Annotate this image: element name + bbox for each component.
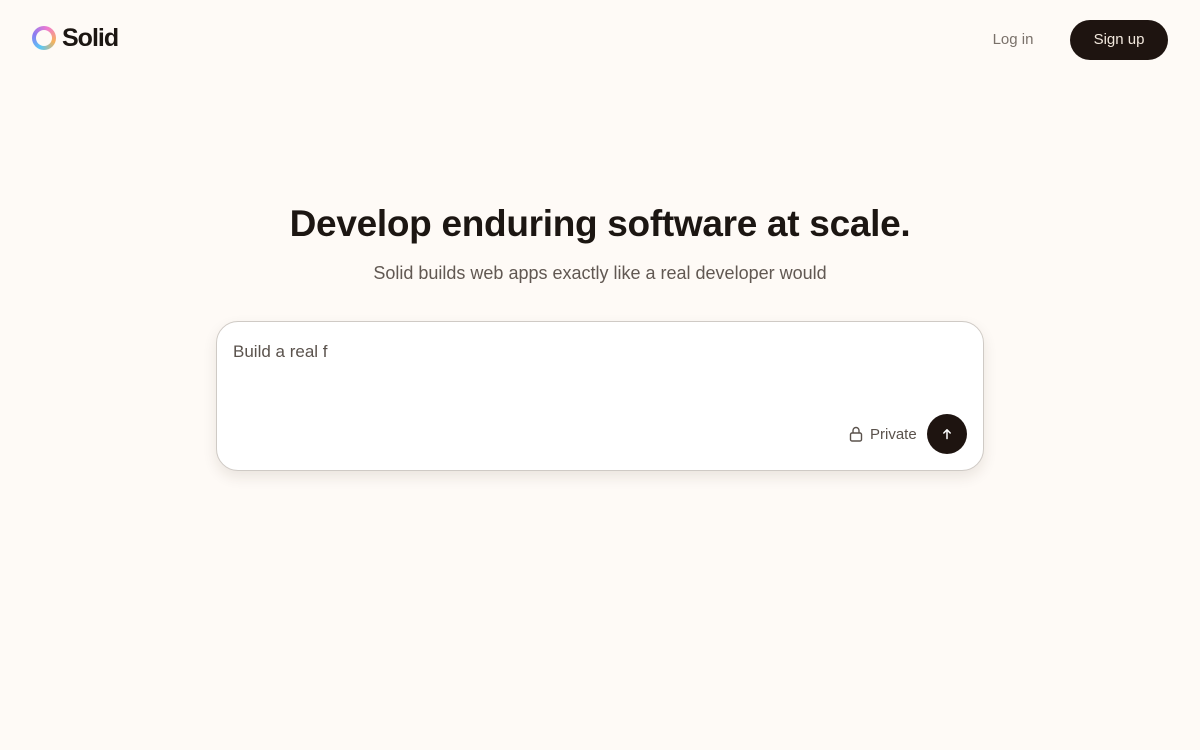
lock-icon: [849, 426, 863, 442]
prompt-input[interactable]: [233, 340, 953, 364]
top-nav: Solid Log in Sign up: [0, 0, 1200, 80]
prompt-box: Private: [216, 321, 984, 471]
hero-subtitle: Solid builds web apps exactly like a rea…: [373, 263, 827, 283]
brand-logo-link[interactable]: Solid: [32, 22, 119, 54]
signup-button[interactable]: Sign up: [1070, 20, 1168, 60]
privacy-label: Private: [870, 425, 917, 443]
send-button[interactable]: [927, 414, 967, 454]
login-link[interactable]: Log in: [978, 20, 1048, 60]
hero-title: Develop enduring software at scale.: [289, 203, 911, 244]
logo-ring-icon: [32, 26, 56, 50]
arrow-up-icon: [943, 429, 951, 440]
brand-name: Solid: [62, 23, 119, 52]
privacy-toggle[interactable]: Private: [849, 422, 917, 446]
